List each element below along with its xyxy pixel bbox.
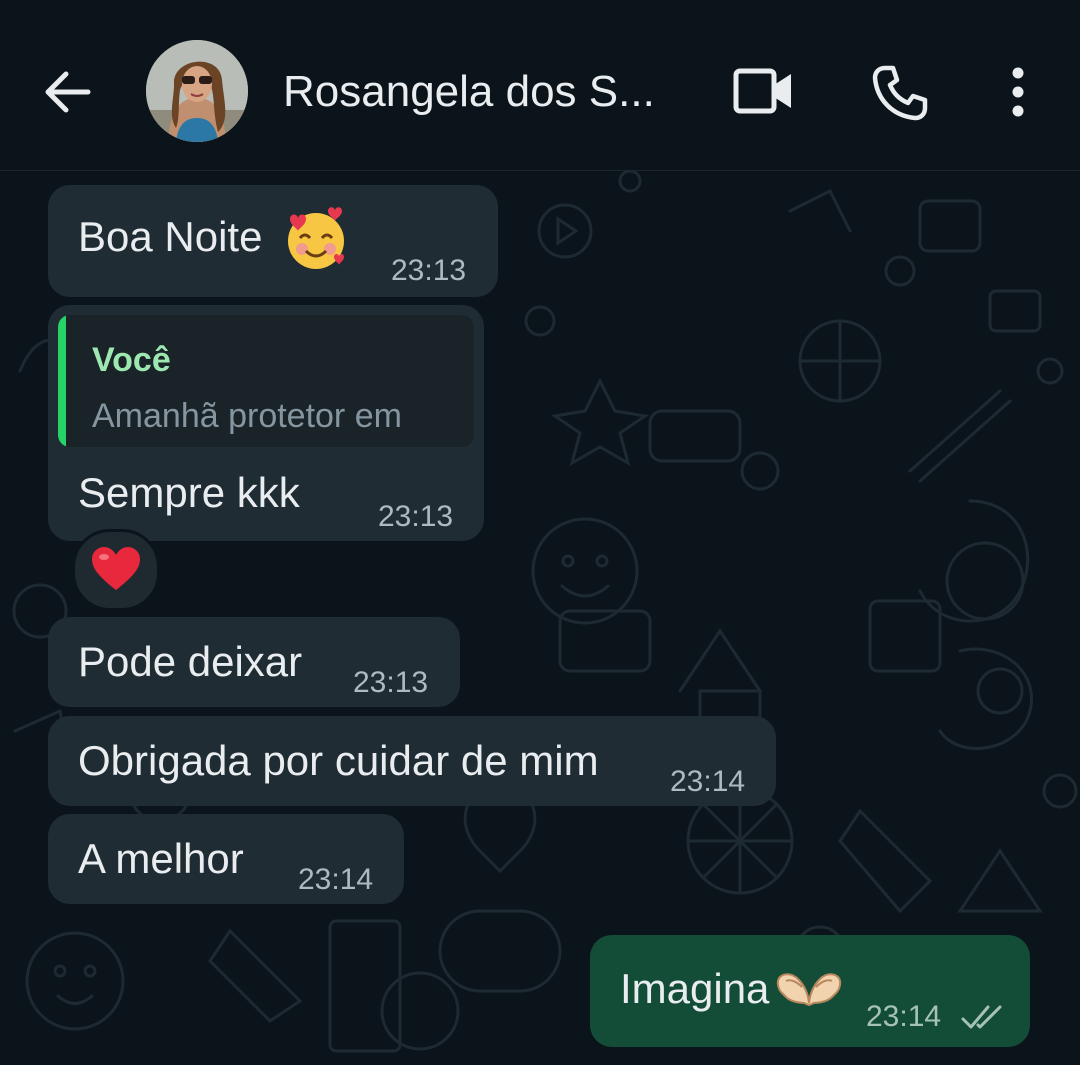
message-bubble[interactable]: Boa Noite 23:13 <box>48 185 498 297</box>
chat-header: Rosangela dos S... <box>0 0 1080 171</box>
contact-avatar[interactable] <box>146 40 248 142</box>
avatar-photo <box>146 40 248 142</box>
message-time: 23:14 <box>866 1000 942 1033</box>
more-options-icon[interactable] <box>1006 66 1030 118</box>
message-text: A melhor <box>78 835 244 882</box>
message-time: 23:13 <box>378 500 454 533</box>
video-call-icon[interactable] <box>733 66 795 116</box>
heart-hands-emoji <box>776 973 842 1007</box>
message-text: Pode deixar <box>78 638 303 685</box>
message-text: Imagina <box>620 965 770 1012</box>
smiling-face-with-hearts-emoji <box>288 207 344 269</box>
message-reaction[interactable] <box>72 529 160 611</box>
back-arrow-icon[interactable] <box>40 64 96 120</box>
message-time: 23:14 <box>670 765 746 798</box>
contact-name[interactable]: Rosangela dos S... <box>283 64 655 120</box>
message-text: Obrigada por cuidar de mim <box>78 737 599 784</box>
message-bubble[interactable]: Obrigada por cuidar de mim 23:14 <box>48 716 776 806</box>
read-receipt-icon <box>961 1005 1002 1029</box>
message-bubble-outgoing[interactable]: Imagina 23:14 <box>590 935 1030 1047</box>
message-time: 23:13 <box>391 254 467 287</box>
message-bubble[interactable]: Pode deixar 23:13 <box>48 617 460 707</box>
quote-author: Você <box>92 341 171 379</box>
message-bubble[interactable]: A melhor 23:14 <box>48 814 404 904</box>
message-time: 23:13 <box>353 666 429 699</box>
quoted-message[interactable]: Você Amanhã protetor em <box>58 315 474 447</box>
message-time: 23:14 <box>298 863 374 896</box>
phone-icon[interactable] <box>871 64 929 122</box>
message-text: Boa Noite <box>78 213 263 260</box>
chat-area[interactable]: Boa Noite 23:13 Você Amanhã protetor em … <box>0 171 1080 1065</box>
quote-accent-bar <box>58 315 66 447</box>
message-bubble[interactable]: Você Amanhã protetor em Sempre kkk 23:13 <box>48 305 484 541</box>
message-text: Sempre kkk <box>78 469 300 516</box>
quote-text: Amanhã protetor em <box>92 397 402 435</box>
red-heart-icon <box>92 547 140 590</box>
